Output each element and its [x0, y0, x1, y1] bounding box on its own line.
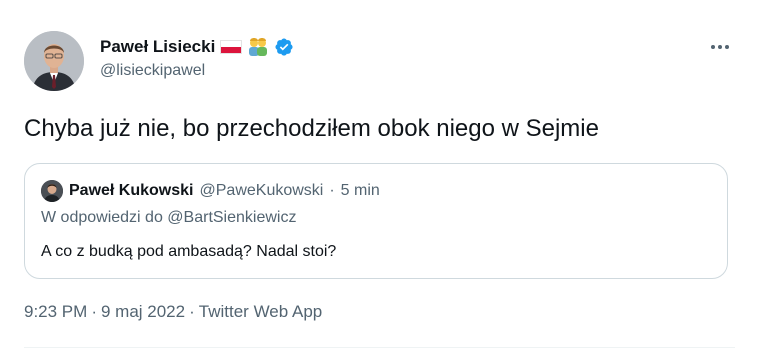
- reply-context: W odpowiedzi do @BartSienkiewicz: [41, 209, 296, 227]
- tweet-date[interactable]: 9 maj 2022: [101, 302, 185, 321]
- author-name-row: Paweł Lisiecki: [100, 36, 294, 58]
- author-handle[interactable]: @lisieckipawel: [100, 62, 205, 80]
- author-avatar[interactable]: [24, 31, 84, 91]
- author-name[interactable]: Paweł Lisiecki: [100, 37, 215, 57]
- quoted-tweet-header: Paweł Kukowski @PaweKukowski · 5 min: [41, 180, 380, 202]
- more-options-icon[interactable]: [706, 36, 734, 58]
- reply-prefix: W odpowiedzi do: [41, 209, 163, 226]
- footer-separator: ·: [91, 302, 97, 321]
- people-emoji-icon: [249, 38, 268, 56]
- verified-badge-icon: [275, 38, 293, 56]
- quoted-avatar-portrait-icon: [41, 180, 63, 202]
- meta-separator: ·: [329, 182, 335, 199]
- tweet-card: Paweł Lisiecki @lisieckipawel Chyba już …: [0, 0, 759, 361]
- footer-separator: ·: [189, 302, 195, 321]
- quoted-author-handle: @PaweKukowski: [199, 182, 324, 199]
- avatar-portrait-icon: [24, 31, 84, 91]
- quoted-author-avatar: [41, 180, 63, 202]
- reply-mention[interactable]: @BartSienkiewicz: [167, 209, 296, 226]
- tweet-footer: 9:23 PM · 9 maj 2022 · Twitter Web App: [24, 302, 322, 322]
- quoted-tweet-text: A co z budką pod ambasadą? Nadal stoi?: [41, 243, 337, 260]
- quoted-author-name: Paweł Kukowski: [69, 182, 194, 199]
- tweet-time[interactable]: 9:23 PM: [24, 302, 87, 321]
- quoted-tweet[interactable]: Paweł Kukowski @PaweKukowski · 5 min W o…: [24, 163, 728, 279]
- divider: [24, 347, 735, 348]
- quoted-time: 5 min: [340, 182, 380, 199]
- tweet-text: Chyba już nie, bo przechodziłem obok nie…: [24, 115, 599, 142]
- tweet-source[interactable]: Twitter Web App: [199, 302, 322, 321]
- poland-flag-icon: [220, 40, 243, 54]
